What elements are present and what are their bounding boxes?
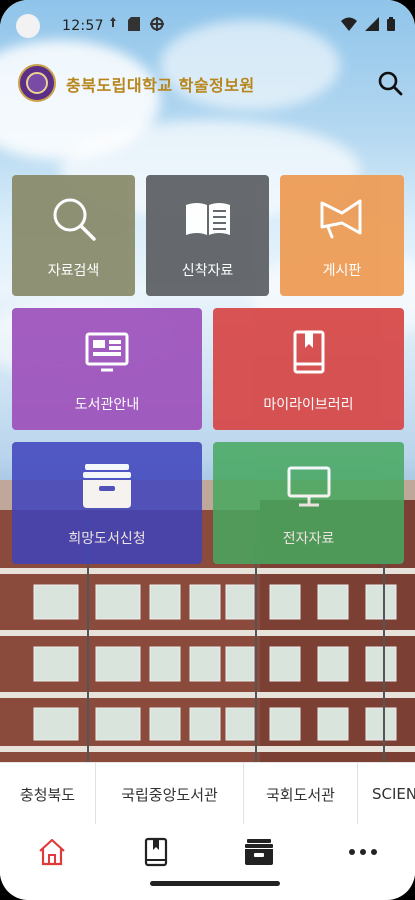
app-screen: 12:57 충북도립대학교 학술정보원 자료검색 신착자료 게시판 도서관안내 … — [0, 0, 415, 900]
tile-my-library[interactable]: 마이라이브러리 — [213, 308, 404, 430]
university-logo — [18, 64, 56, 102]
search-icon — [378, 71, 403, 96]
nav-home-button[interactable] — [0, 824, 104, 880]
status-bar: 12:57 — [0, 0, 415, 52]
search-icon — [53, 198, 96, 241]
tile-search[interactable]: 자료검색 — [12, 175, 135, 296]
open-book-icon — [185, 203, 230, 235]
nav-more-button[interactable] — [311, 824, 415, 880]
more-icon — [349, 849, 378, 855]
sync-icon — [150, 17, 164, 31]
camera-cutout — [16, 14, 40, 38]
bottom-navigation — [0, 824, 415, 880]
tile-label: 자료검색 — [47, 263, 100, 279]
tile-board[interactable]: 게시판 — [280, 175, 404, 296]
app-header: 충북도립대학교 학술정보원 — [0, 58, 415, 108]
status-time: 12:57 — [62, 18, 104, 34]
bookmark-book-icon — [293, 330, 324, 374]
tile-e-resources[interactable]: 전자자료 — [213, 442, 404, 564]
tile-label: 도서관안내 — [74, 397, 140, 413]
signal-icon — [365, 17, 379, 31]
desktop-icon — [287, 466, 330, 507]
tile-label: 희망도서신청 — [68, 531, 146, 547]
tile-label: 마이라이브러리 — [263, 397, 354, 413]
app-title: 충북도립대학교 학술정보원 — [66, 76, 255, 95]
tile-library-guide[interactable]: 도서관안내 — [12, 308, 202, 430]
usb-icon — [110, 17, 116, 27]
quick-link-chungbuk[interactable]: 충청북도 — [0, 763, 96, 825]
status-notification-icons — [108, 17, 164, 31]
quick-link-national-assembly-library[interactable]: 국회도서관 — [244, 763, 358, 825]
battery-icon — [387, 17, 395, 31]
tile-book-request[interactable]: 희망도서신청 — [12, 442, 202, 564]
status-system-icons — [341, 17, 395, 31]
book-icon — [144, 837, 167, 867]
quick-links-bar: 충청북도 국립중앙도서관 국회도서관 SCIENCE — [0, 762, 415, 826]
tile-label: 게시판 — [322, 263, 362, 279]
megaphone-icon — [320, 199, 362, 239]
home-icon — [39, 838, 65, 866]
quick-link-national-library[interactable]: 국립중앙도서관 — [96, 763, 244, 825]
quick-link-science[interactable]: SCIENCE — [358, 763, 415, 825]
archive-icon — [245, 839, 274, 865]
gesture-home-bar[interactable] — [150, 881, 280, 886]
wifi-icon — [341, 17, 357, 31]
tile-label: 신착자료 — [181, 263, 234, 279]
nav-book-button[interactable] — [104, 824, 208, 880]
sd-card-icon — [128, 17, 140, 31]
tile-new-arrivals[interactable]: 신착자료 — [146, 175, 269, 296]
tile-label: 전자자료 — [282, 531, 335, 547]
archive-drawer-icon — [83, 464, 131, 508]
monitor-info-icon — [85, 332, 129, 372]
search-button[interactable] — [373, 66, 407, 100]
nav-archive-button[interactable] — [208, 824, 312, 880]
